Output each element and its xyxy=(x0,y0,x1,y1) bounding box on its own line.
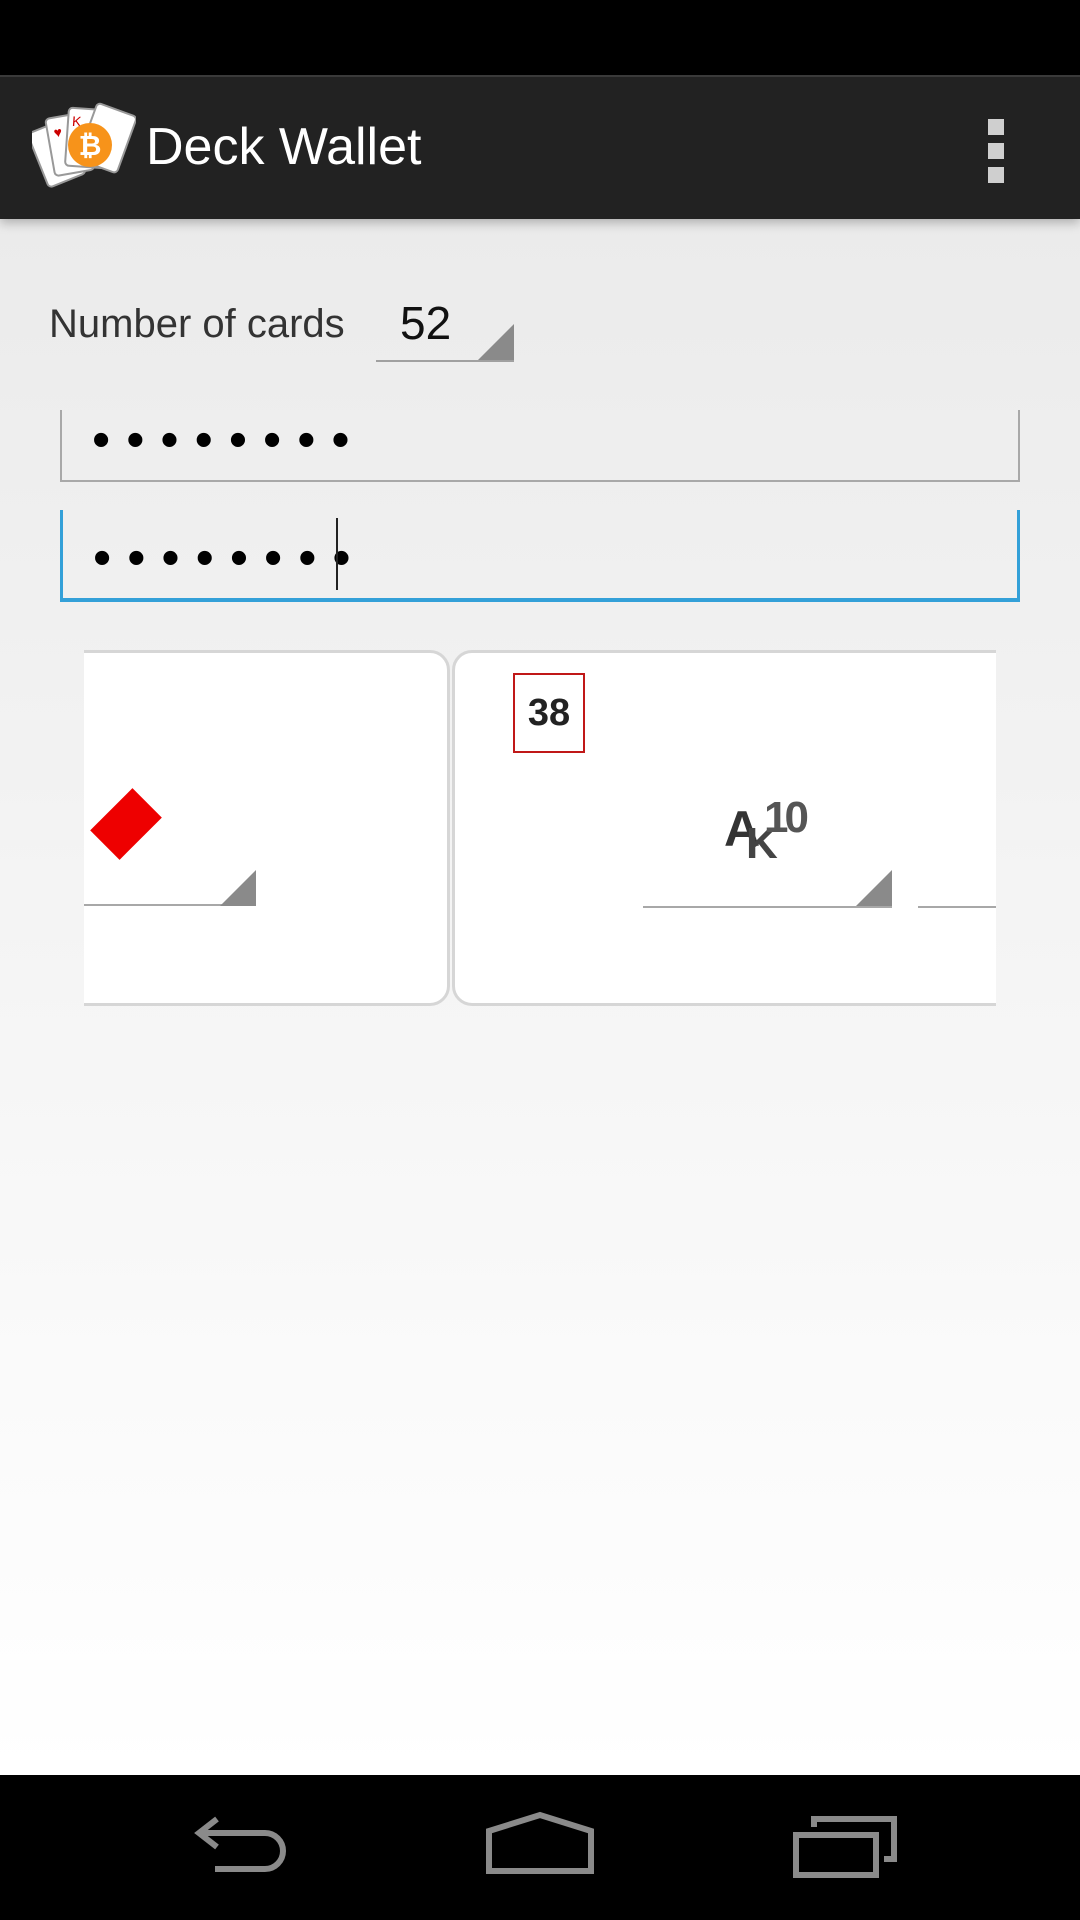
rank-selector-icon[interactable]: A K 10 xyxy=(724,796,820,868)
card-number-badge: 38 xyxy=(513,673,585,753)
password-mask: •••••••• xyxy=(92,411,366,469)
number-of-cards-label: Number of cards xyxy=(49,302,345,346)
rank-spinner-underline[interactable] xyxy=(643,906,892,908)
number-of-cards-value: 52 xyxy=(400,297,452,349)
deck-of-cards-bitcoin-icon: ♥ K ₿ xyxy=(27,101,137,197)
text-cursor xyxy=(336,518,338,590)
rank-ten: 10 xyxy=(764,793,809,842)
back-icon[interactable] xyxy=(185,1811,295,1881)
status-bar xyxy=(0,0,1080,75)
password-field[interactable]: •••••••• xyxy=(60,410,1020,482)
dropdown-triangle-icon xyxy=(478,324,514,360)
number-of-cards-spinner[interactable]: 52 xyxy=(376,290,514,362)
svg-text:₿: ₿ xyxy=(79,130,102,161)
dropdown-triangle-icon xyxy=(856,870,892,906)
overflow-menu-icon[interactable] xyxy=(978,119,1014,183)
next-spinner-underline[interactable] xyxy=(918,906,996,908)
confirm-password-field[interactable]: •••••••• xyxy=(60,510,1020,602)
menu-dot xyxy=(988,119,1004,135)
action-bar: ♥ K ₿ Deck Wallet xyxy=(0,75,1080,219)
app-title: Deck Wallet xyxy=(146,118,422,176)
menu-dot xyxy=(988,143,1004,159)
menu-dot xyxy=(988,167,1004,183)
confirm-password-mask: •••••••• xyxy=(93,529,367,587)
home-icon[interactable] xyxy=(485,1811,595,1881)
recent-apps-icon[interactable] xyxy=(790,1811,900,1881)
dropdown-triangle-icon xyxy=(220,870,256,906)
navigation-bar xyxy=(0,1775,1080,1920)
